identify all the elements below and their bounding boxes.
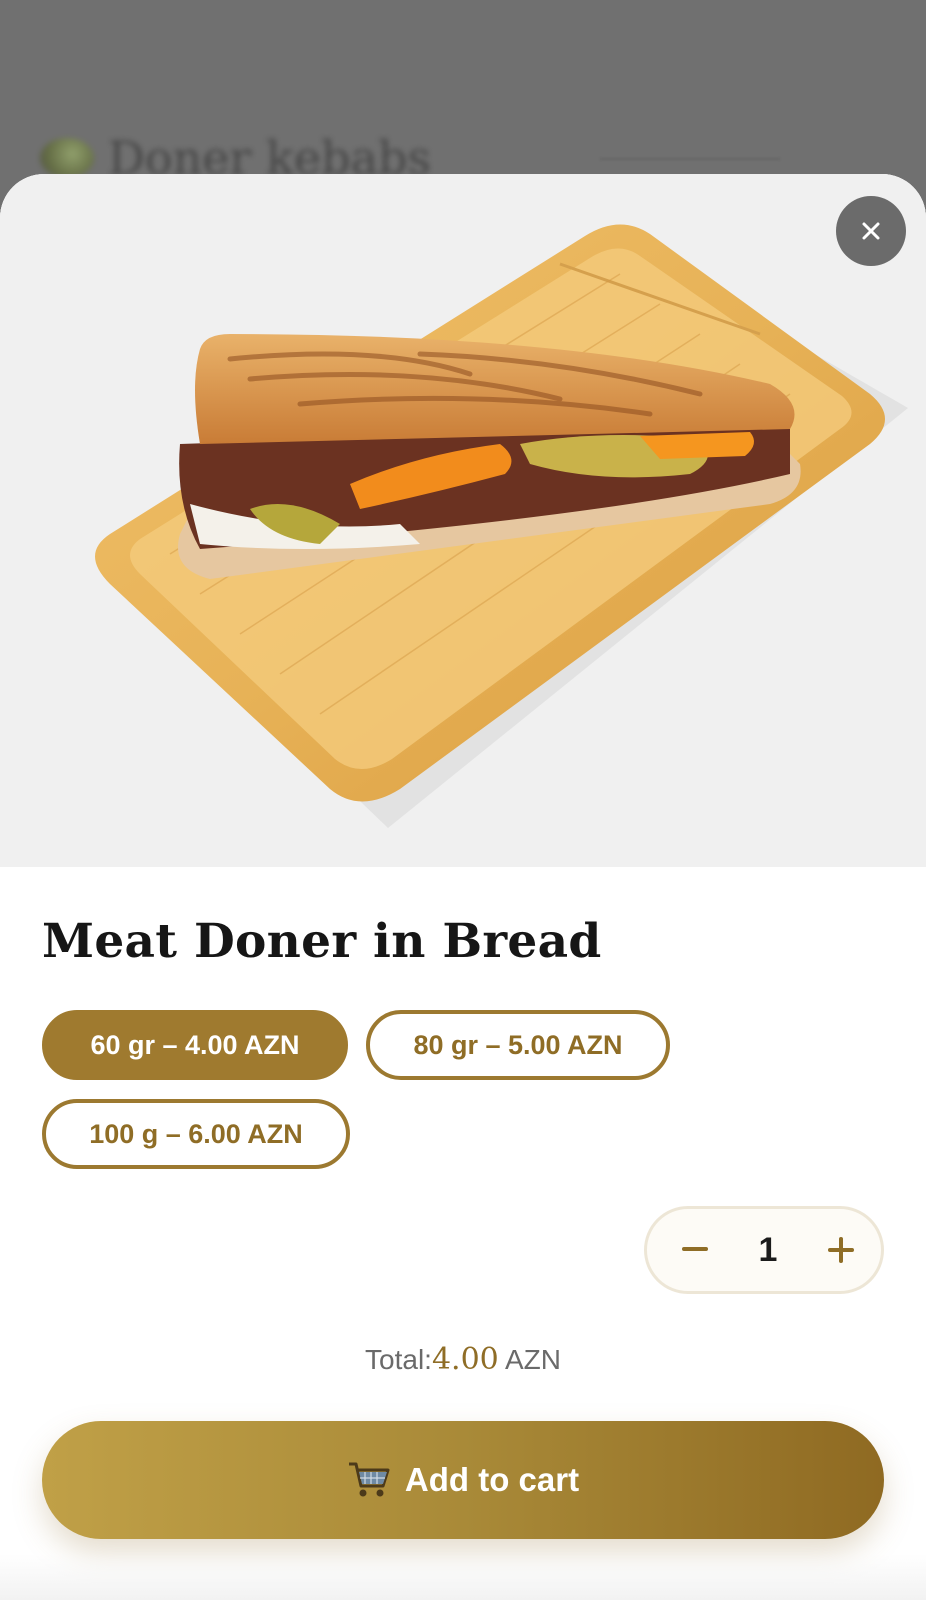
doner-sandwich-image <box>0 174 926 867</box>
product-modal: Meat Doner in Bread 60 gr – 4.00 AZN 80 … <box>0 174 926 1600</box>
close-button[interactable] <box>836 196 906 266</box>
total-price: Total:4.00 AZN <box>0 1342 926 1377</box>
quantity-value: 1 <box>758 1230 778 1269</box>
plus-icon <box>827 1237 854 1263</box>
product-title: Meat Doner in Bread <box>42 914 602 969</box>
total-label: Total: <box>365 1344 432 1375</box>
quantity-stepper: 1 <box>644 1206 884 1294</box>
minus-icon <box>682 1247 708 1251</box>
product-image <box>0 174 926 867</box>
background-divider <box>600 158 780 160</box>
close-icon <box>862 222 880 240</box>
bottom-fade <box>0 1554 926 1600</box>
size-options: 60 gr – 4.00 AZN 80 gr – 5.00 AZN 100 g … <box>42 1010 902 1169</box>
total-currency: AZN <box>504 1344 561 1375</box>
decrease-button[interactable] <box>673 1228 717 1272</box>
option-80g[interactable]: 80 gr – 5.00 AZN <box>366 1010 670 1080</box>
option-100g[interactable]: 100 g – 6.00 AZN <box>42 1099 350 1169</box>
option-60g[interactable]: 60 gr – 4.00 AZN <box>42 1010 348 1080</box>
increase-button[interactable] <box>819 1228 863 1272</box>
add-to-cart-label: Add to cart <box>404 1461 580 1498</box>
category-thumbnail-icon <box>40 138 94 178</box>
add-to-cart-button[interactable]: Add to cart <box>42 1421 884 1539</box>
total-amount: 4.00 <box>431 1342 499 1377</box>
cart-icon <box>348 1462 390 1497</box>
